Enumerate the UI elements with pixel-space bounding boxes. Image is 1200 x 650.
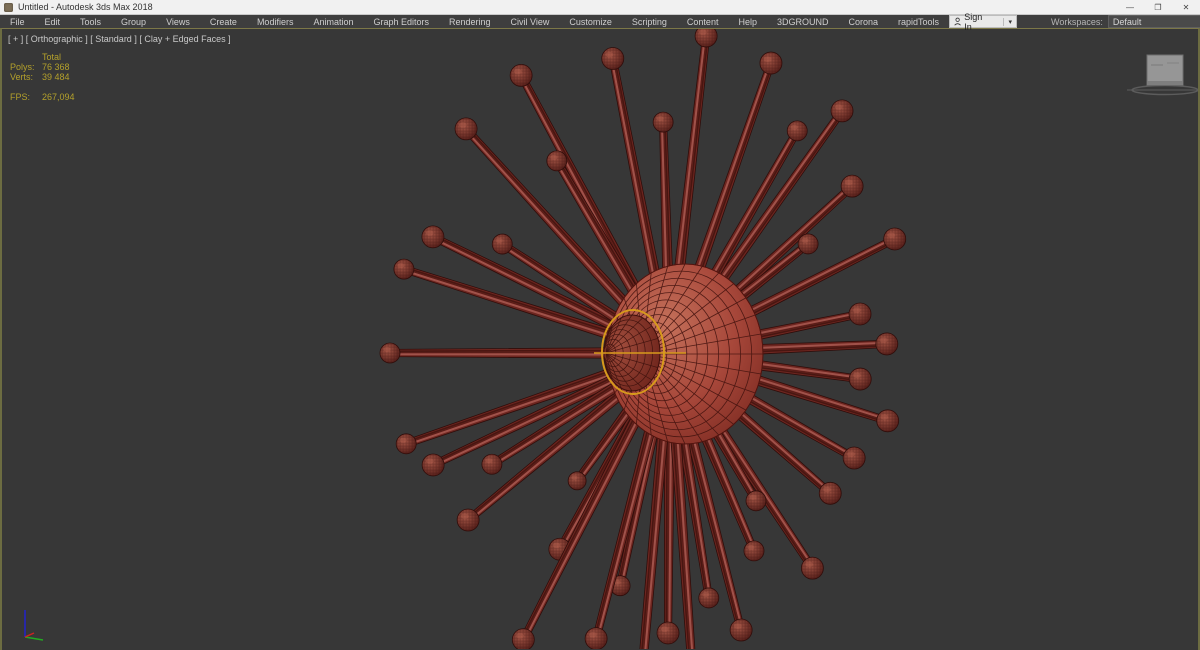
viewcube [1127, 55, 1198, 95]
menu-item-file[interactable]: File [0, 17, 35, 27]
window-controls: — ❐ ✕ [1116, 0, 1200, 14]
menu-item-graph-editors[interactable]: Graph Editors [363, 17, 439, 27]
scene-3d-model[interactable] [2, 29, 1198, 649]
close-button[interactable]: ✕ [1172, 0, 1200, 14]
menu-bar: FileEditToolsGroupViewsCreateModifiersAn… [0, 15, 1200, 28]
polys-value: 76 368 [42, 62, 70, 72]
menu-item-help[interactable]: Help [728, 17, 767, 27]
menu-item-modifiers[interactable]: Modifiers [247, 17, 304, 27]
viewport-statistics: Total Polys: 76 368 Verts: 39 484 FPS: 267,… [10, 52, 75, 102]
verts-label: Verts: [10, 72, 36, 82]
menu-item-animation[interactable]: Animation [303, 17, 363, 27]
menu-item-rapidtools[interactable]: rapidTools [888, 17, 949, 27]
polys-label: Polys: [10, 62, 36, 72]
sign-in-button[interactable]: Sign In ▾ [949, 15, 1017, 28]
app-icon [4, 3, 13, 12]
menu-item-corona[interactable]: Corona [838, 17, 888, 27]
menu-item-scripting[interactable]: Scripting [622, 17, 677, 27]
user-icon [954, 17, 961, 26]
menu-item-edit[interactable]: Edit [35, 17, 71, 27]
menu-item-views[interactable]: Views [156, 17, 200, 27]
verts-value: 39 484 [42, 72, 70, 82]
menu-item-group[interactable]: Group [111, 17, 156, 27]
fps-value: 267,094 [42, 92, 75, 102]
workspaces-label: Workspaces: [1051, 17, 1103, 27]
workspace-dropdown[interactable]: Default ▾ [1108, 15, 1200, 28]
viewport[interactable]: [ + ] [ Orthographic ] [ Standard ] [ Cl… [0, 28, 1200, 650]
title-bar: Untitled - Autodesk 3ds Max 2018 — ❐ ✕ [0, 0, 1200, 15]
menu-item-rendering[interactable]: Rendering [439, 17, 501, 27]
sign-in-label: Sign In [964, 12, 989, 32]
menu-item-content[interactable]: Content [677, 17, 729, 27]
fps-label: FPS: [10, 92, 36, 102]
workspace-value: Default [1113, 17, 1142, 27]
menu-item-create[interactable]: Create [200, 17, 247, 27]
menu-item-customize[interactable]: Customize [559, 17, 622, 27]
menu-item-3dground[interactable]: 3DGROUND [767, 17, 839, 27]
chevron-down-icon: ▾ [1003, 18, 1012, 26]
minimize-button[interactable]: — [1116, 0, 1144, 14]
axis-tripod [25, 610, 43, 640]
window-title: Untitled - Autodesk 3ds Max 2018 [18, 2, 153, 12]
viewport-label[interactable]: [ + ] [ Orthographic ] [ Standard ] [ Cl… [8, 34, 231, 44]
menu-item-tools[interactable]: Tools [70, 17, 111, 27]
stats-total-header: Total [42, 52, 61, 62]
menu-item-civil-view[interactable]: Civil View [501, 17, 560, 27]
maximize-button[interactable]: ❐ [1144, 0, 1172, 14]
